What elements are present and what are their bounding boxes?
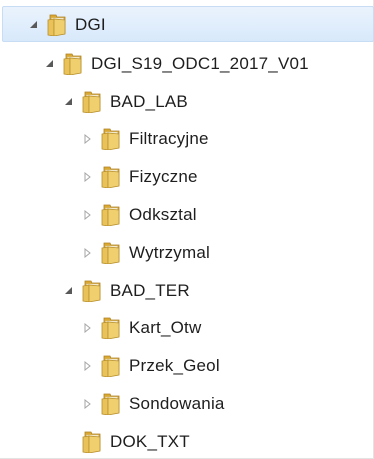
- folder-icon: [61, 46, 85, 82]
- folder-tree-pane: DGI DGI_S19_ODC1_2017_V01 BAD_LAB Filtracyj…: [0, 0, 374, 459]
- tree-node-dgi[interactable]: DGI: [2, 6, 374, 42]
- tree-node-label: DOK_TXT: [110, 431, 190, 451]
- tree-node-sondowania[interactable]: Sondowania: [0, 386, 372, 422]
- expanded-arrow-icon[interactable]: [43, 46, 57, 82]
- tree-node-label: Wytrzymal: [129, 242, 210, 262]
- collapsed-arrow-icon[interactable]: [81, 348, 95, 384]
- tree-node-bad-lab[interactable]: BAD_LAB: [0, 84, 372, 120]
- tree-node-label: DGI: [75, 15, 106, 34]
- expanded-arrow-icon[interactable]: [62, 273, 76, 309]
- expanded-arrow-icon[interactable]: [62, 84, 76, 120]
- folder-icon: [80, 273, 104, 309]
- folder-icon: [99, 121, 123, 157]
- collapsed-arrow-icon[interactable]: [81, 197, 95, 233]
- tree-node-przek-geol[interactable]: Przek_Geol: [0, 348, 372, 384]
- tree-node-bad-ter[interactable]: BAD_TER: [0, 273, 372, 309]
- tree-node-filtracyjne[interactable]: Filtracyjne: [0, 121, 372, 157]
- tree-node-label: Odksztal: [129, 205, 197, 224]
- folder-icon: [99, 386, 123, 422]
- tree-node-dgi-s19-odc1-2017-v01[interactable]: DGI_S19_ODC1_2017_V01: [0, 46, 372, 82]
- tree-node-dok-txt[interactable]: DOK_TXT: [0, 424, 372, 459]
- collapsed-arrow-icon[interactable]: [81, 310, 95, 346]
- collapsed-arrow-icon[interactable]: [81, 121, 95, 157]
- tree-node-label: Przek_Geol: [129, 356, 220, 376]
- folder-icon: [80, 84, 104, 120]
- tree-node-label: Kart_Otw: [129, 318, 202, 338]
- tree-node-label: DGI_S19_ODC1_2017_V01: [91, 53, 309, 73]
- tree-node-odksztal[interactable]: Odksztal: [0, 197, 372, 233]
- folder-icon: [99, 235, 123, 271]
- collapsed-arrow-icon[interactable]: [81, 159, 95, 195]
- tree-node-kart-otw[interactable]: Kart_Otw: [0, 310, 372, 346]
- tree-node-label: BAD_LAB: [110, 91, 188, 111]
- collapsed-arrow-icon[interactable]: [81, 386, 95, 422]
- collapsed-arrow-icon[interactable]: [81, 235, 95, 271]
- tree-node-wytrzymal[interactable]: Wytrzymal: [0, 235, 372, 271]
- tree-node-label: Sondowania: [129, 394, 225, 413]
- folder-icon: [45, 7, 69, 43]
- folder-icon: [99, 348, 123, 384]
- folder-icon: [99, 159, 123, 195]
- tree-node-label: BAD_TER: [110, 280, 190, 300]
- expanded-arrow-icon[interactable]: [27, 7, 41, 43]
- folder-icon: [99, 310, 123, 346]
- folder-icon: [80, 424, 104, 459]
- tree-node-label: Filtracyjne: [129, 129, 209, 149]
- tree-node-fizyczne[interactable]: Fizyczne: [0, 159, 372, 195]
- tree-node-label: Fizyczne: [129, 167, 198, 187]
- folder-icon: [99, 197, 123, 233]
